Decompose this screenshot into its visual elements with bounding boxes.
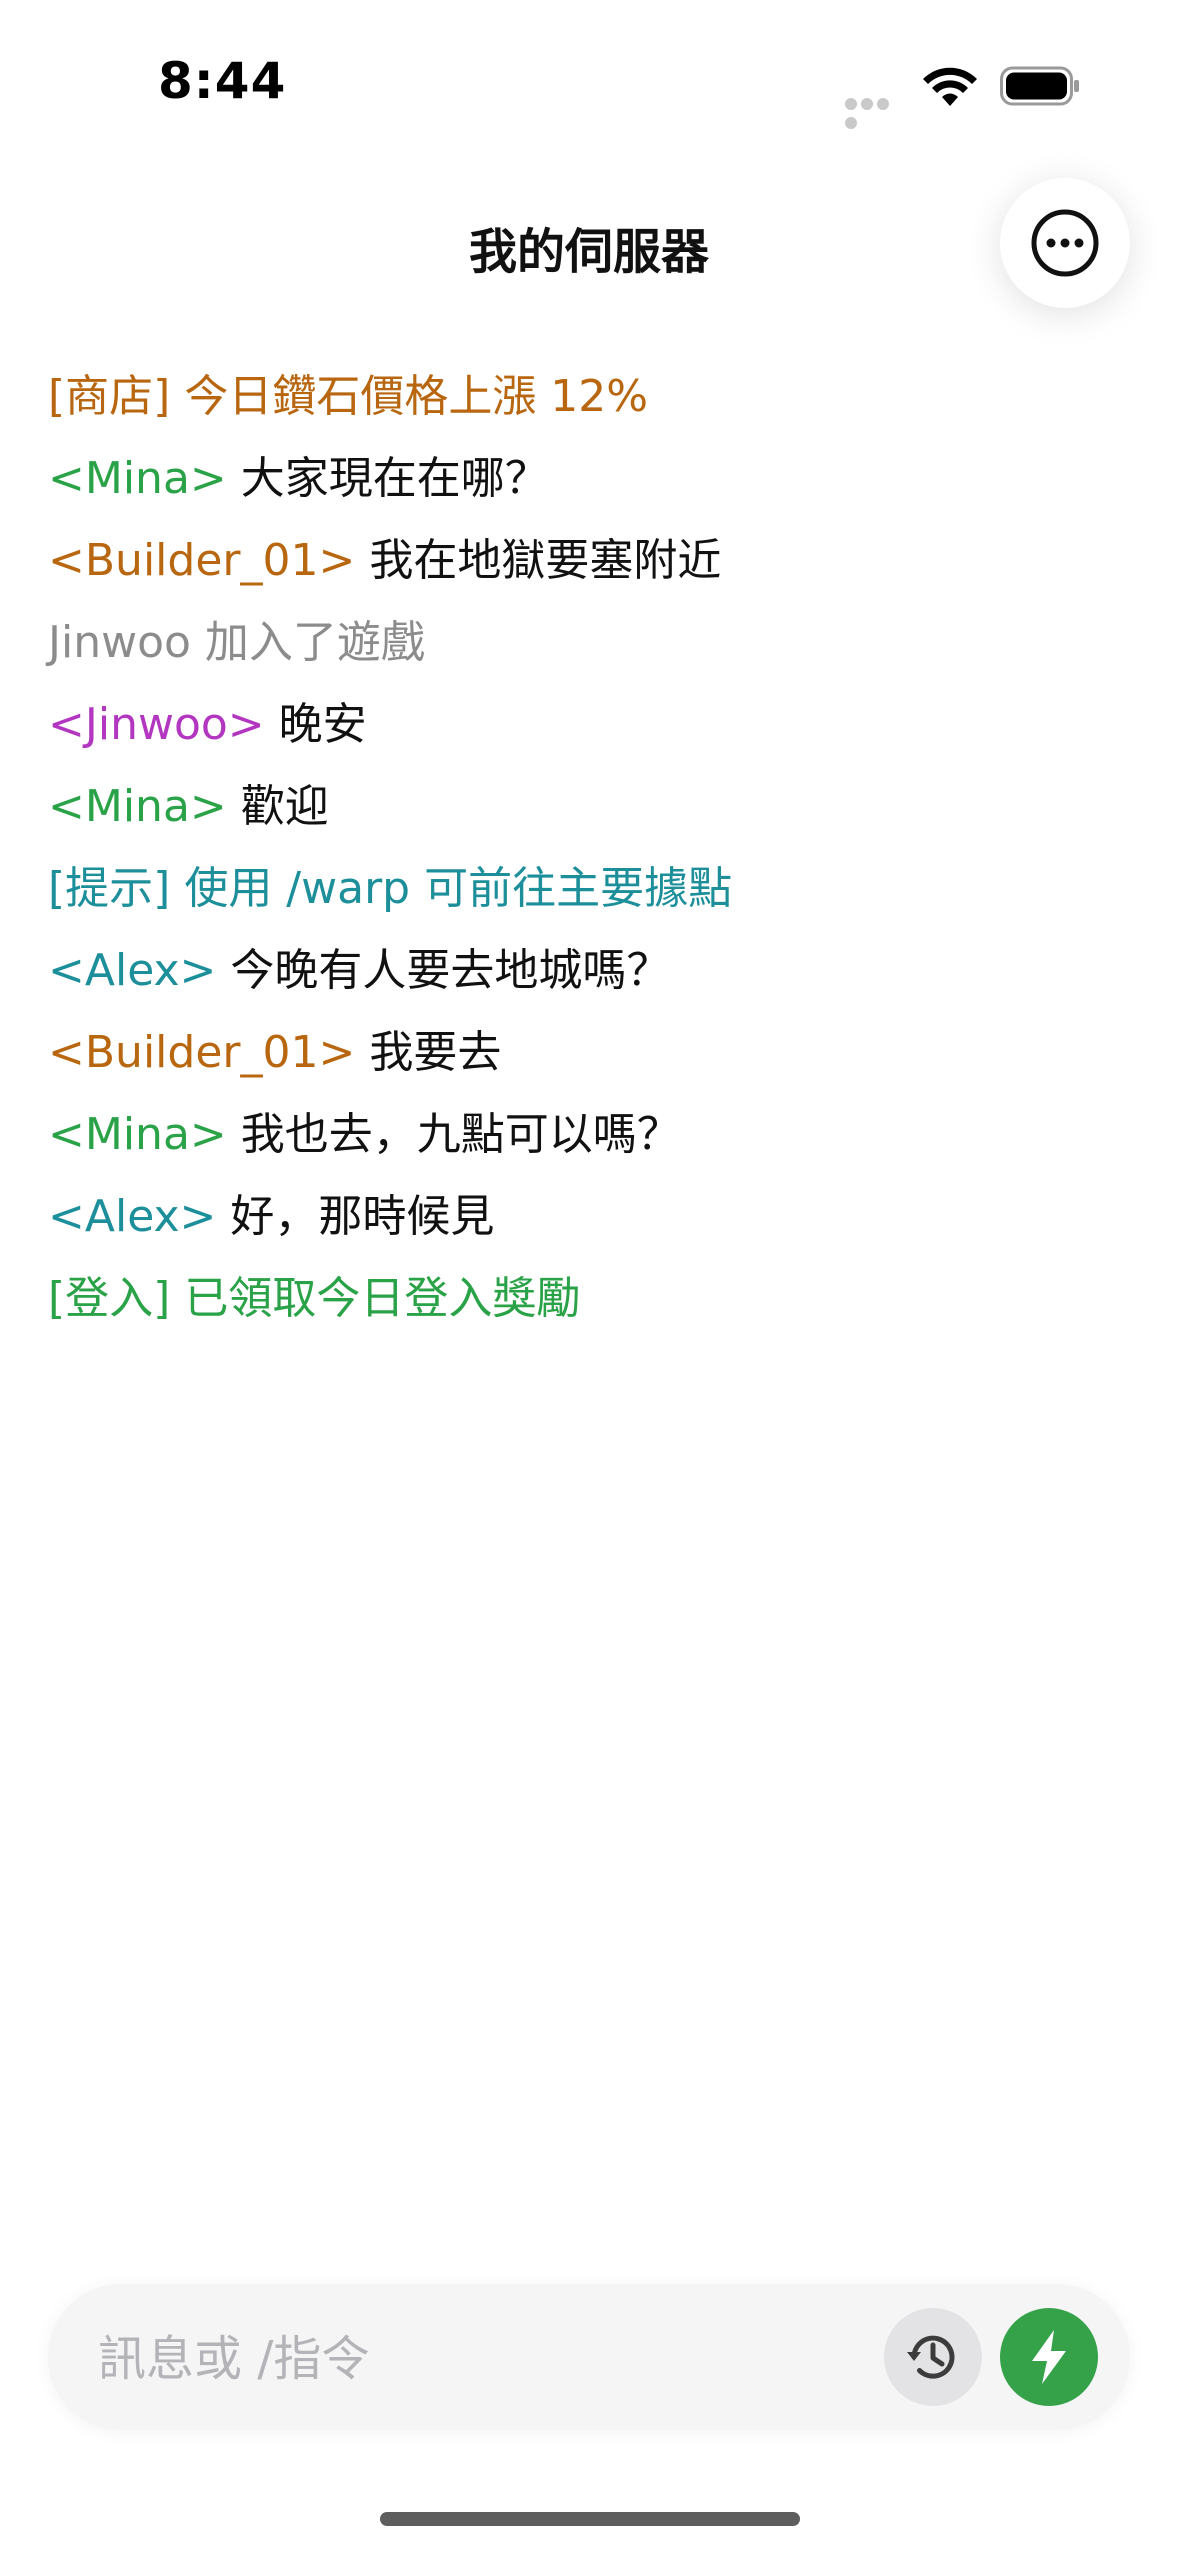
chat-message: Jinwoo 加入了遊戲 [48, 608, 1128, 690]
chat-message-prefix: Jinwoo 加入了遊戲 [48, 617, 425, 668]
message-composer [48, 2284, 1130, 2430]
chat-message-prefix: <Builder_01> [48, 1027, 356, 1078]
message-input[interactable] [96, 2318, 880, 2400]
chat-message: <Builder_01> 我要去 [48, 1018, 1128, 1100]
chat-message: [商店] 今日鑽石價格上漲 12% [48, 362, 1128, 444]
chat-message-prefix: <Builder_01> [48, 535, 356, 586]
chat-message: [提示] 使用 /warp 可前往主要據點 [48, 854, 1128, 936]
wifi-icon [923, 67, 977, 106]
chat-message-text: 大家現在在哪？ [226, 453, 549, 504]
chat-message-text: 我也去，九點可以嗎？ [226, 1109, 681, 1160]
chat-log: [商店] 今日鑽石價格上漲 12% <Mina> 大家現在在哪？ <Builder_… [48, 362, 1128, 1346]
chat-message: <Alex> 好，那時候見 [48, 1182, 1128, 1264]
chat-message: <Builder_01> 我在地獄要塞附近 [48, 526, 1128, 608]
chat-message: <Mina> 歡迎 [48, 772, 1128, 854]
chat-message-text: 我要去 [355, 1027, 502, 1078]
chat-message: <Mina> 我也去，九點可以嗎？ [48, 1100, 1128, 1182]
chat-message-prefix: <Alex> [48, 945, 217, 996]
chat-message: <Jinwoo> 晚安 [48, 690, 1128, 772]
chat-message-prefix: [商店] 今日鑽石價格上漲 12% [48, 371, 649, 422]
battery-icon [1000, 66, 1079, 106]
screen: 8:44 我的伺服器 [商店] 今日鑽石價格上漲 12% <Mina> 大家現在在… [0, 0, 1178, 2556]
chat-message-prefix: <Mina> [48, 453, 227, 504]
send-button[interactable] [1000, 2308, 1098, 2406]
chat-message-prefix: <Mina> [48, 781, 227, 832]
home-indicator [380, 2512, 800, 2526]
chat-message-text: 今晚有人要去地城嗎？ [216, 945, 671, 996]
more-options-button[interactable] [1000, 178, 1130, 308]
chat-message-text: 好，那時候見 [216, 1191, 495, 1242]
history-button[interactable] [884, 2308, 982, 2406]
ellipsis-circle-icon [1031, 209, 1099, 277]
chat-message-text: 我在地獄要塞附近 [355, 535, 722, 586]
chat-message-text: 歡迎 [226, 781, 329, 832]
chat-message-prefix: <Jinwoo> [48, 699, 265, 750]
chat-message-prefix: <Mina> [48, 1109, 227, 1160]
chat-message: <Mina> 大家現在在哪？ [48, 444, 1128, 526]
status-time: 8:44 [158, 52, 287, 110]
chat-message-text: 晚安 [264, 699, 367, 750]
chat-message-prefix: [提示] 使用 /warp 可前往主要據點 [48, 863, 733, 914]
chat-message: [登入] 已領取今日登入獎勵 [48, 1264, 1128, 1346]
chat-message-prefix: <Alex> [48, 1191, 217, 1242]
history-icon [907, 2335, 955, 2379]
lightning-bolt-icon [1032, 2330, 1066, 2384]
cellular-signal-icon [845, 95, 905, 129]
chat-message-prefix: [登入] 已領取今日登入獎勵 [48, 1273, 581, 1324]
chat-message: <Alex> 今晚有人要去地城嗎？ [48, 936, 1128, 1018]
